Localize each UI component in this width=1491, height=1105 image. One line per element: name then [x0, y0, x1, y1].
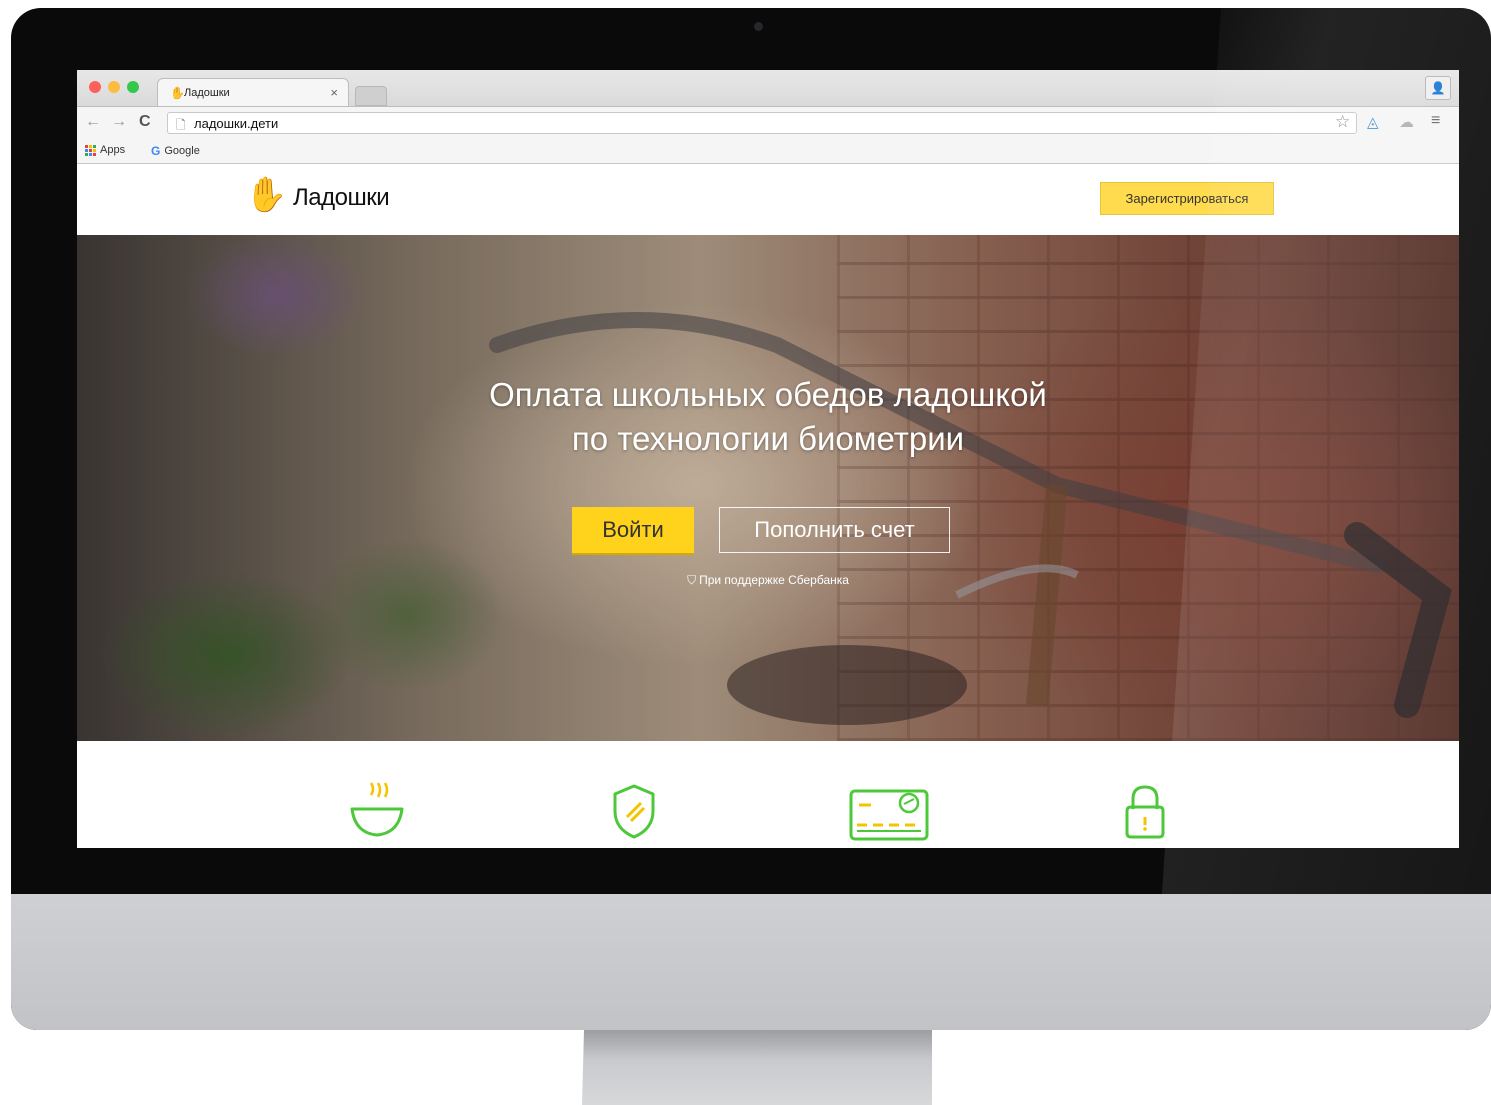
bookmark-label: Apps	[100, 144, 126, 156]
tab-close-icon[interactable]: ×	[330, 85, 338, 100]
reload-icon[interactable]: C	[139, 113, 151, 131]
address-bar[interactable]: 🗋 ладошки.дети	[167, 112, 1357, 134]
close-window-button[interactable]	[89, 81, 101, 93]
monitor-stand	[582, 1030, 932, 1105]
tab-title: Ладошки	[184, 87, 230, 99]
shield-icon-small: ⛉	[687, 573, 697, 587]
browser-tab[interactable]: ✋ Ладошки ×	[157, 78, 349, 106]
google-icon: G	[151, 144, 161, 158]
shield-icon	[613, 784, 655, 839]
bookmark-label: Google	[164, 145, 200, 157]
logo-text[interactable]: Ладошки	[293, 184, 390, 212]
hand-logo-icon[interactable]: ✋	[245, 178, 287, 212]
monitor-bezel: ✋ Ладошки × 👤 ← → C 🗋 ладошки.дети ☆ ◬ ☁…	[11, 8, 1491, 1030]
camera	[754, 22, 763, 31]
monitor-chin	[11, 894, 1491, 1030]
forward-icon[interactable]: →	[111, 113, 127, 131]
back-icon[interactable]: ←	[85, 113, 101, 131]
window-controls	[89, 81, 139, 93]
url-text: ладошки.дети	[194, 116, 279, 131]
new-tab-button[interactable]	[355, 86, 387, 106]
top-up-button[interactable]: Пополнить счет	[719, 507, 950, 553]
apps-grid-icon	[85, 144, 96, 156]
minimize-window-button[interactable]	[108, 81, 120, 93]
page-icon: 🗋	[176, 118, 186, 132]
bookmark-apps[interactable]: Apps	[85, 144, 125, 156]
card-icon	[849, 789, 929, 841]
maximize-window-button[interactable]	[127, 81, 139, 93]
soup-bowl-icon	[350, 782, 404, 837]
lock-icon	[1125, 785, 1165, 839]
hand-favicon-icon: ✋	[170, 86, 185, 100]
login-button[interactable]: Войти	[572, 507, 694, 553]
sponsor-text: При поддержке Сбербанка	[699, 573, 849, 587]
bookmark-google[interactable]: G Google	[151, 144, 200, 158]
